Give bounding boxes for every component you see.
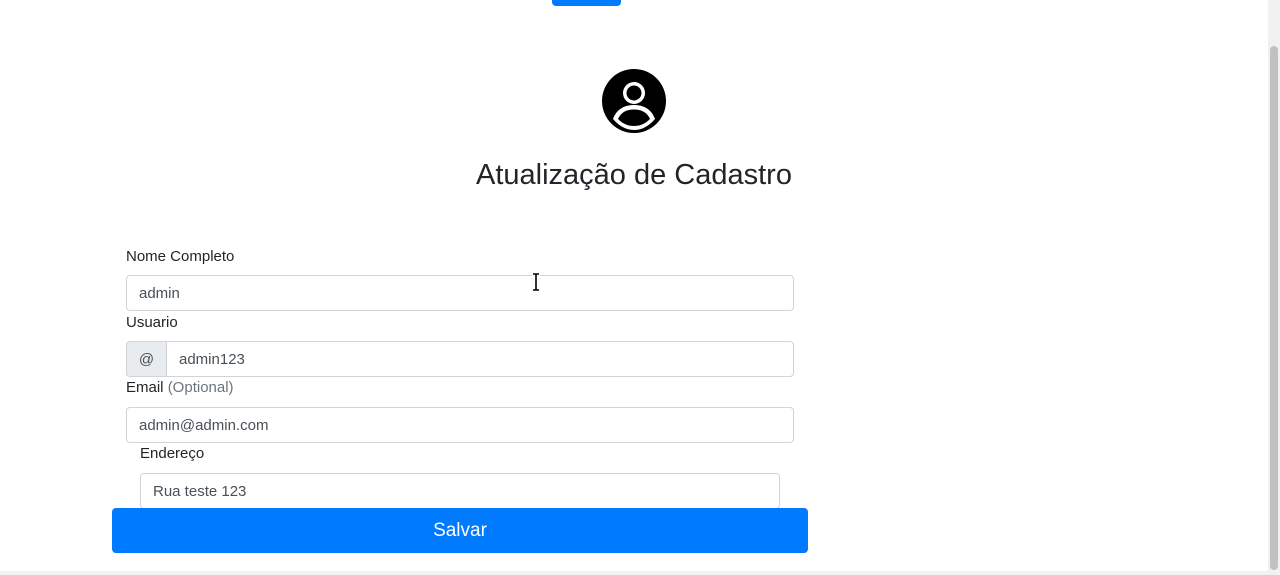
page-title: Atualização de Cadastro — [476, 159, 792, 191]
top-button-edge[interactable] — [552, 0, 621, 6]
endereco-input[interactable] — [140, 473, 780, 509]
text-cursor-icon — [531, 273, 541, 291]
at-prefix-addon: @ — [126, 341, 166, 377]
email-label-text: Email — [126, 379, 164, 396]
usuario-label: Usuario — [126, 314, 178, 331]
usuario-input[interactable] — [166, 341, 794, 377]
email-input[interactable] — [126, 407, 794, 443]
page: Atualização de Cadastro Nome Completo Us… — [0, 0, 1280, 575]
nome-completo-label: Nome Completo — [126, 248, 235, 265]
endereco-label: Endereço — [140, 445, 205, 462]
bottom-edge — [0, 571, 1268, 575]
optional-hint: (Optional) — [167, 379, 234, 396]
nome-completo-input[interactable] — [126, 275, 794, 311]
save-button[interactable]: Salvar — [112, 508, 808, 553]
user-circle-icon — [602, 69, 666, 133]
scrollbar-thumb[interactable] — [1270, 46, 1278, 570]
email-label: Email (Optional) — [126, 378, 234, 398]
